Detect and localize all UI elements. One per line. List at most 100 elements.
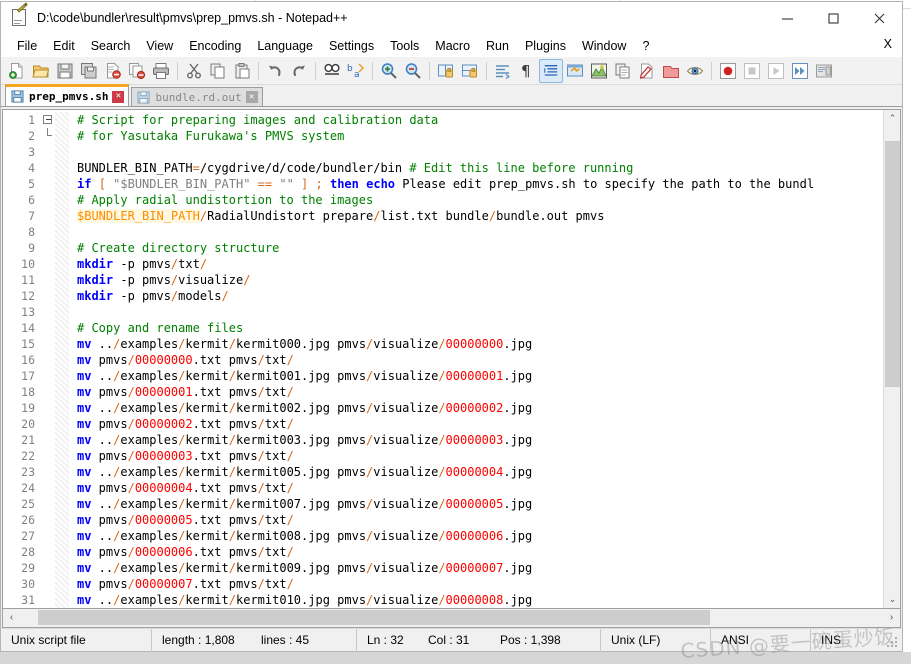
horizontal-scrollbar[interactable]: ‹ › bbox=[2, 609, 901, 628]
code-line[interactable]: 2 # for Yasutaka Furukawa's PMVS system bbox=[3, 128, 883, 144]
close-all-files-icon[interactable] bbox=[125, 59, 149, 83]
code-line[interactable]: 29 mv ../examples/kermit/kermit009.jpg pm… bbox=[3, 560, 883, 576]
save-icon[interactable] bbox=[53, 59, 77, 83]
word-wrap-icon[interactable] bbox=[491, 59, 515, 83]
fold-margin[interactable] bbox=[41, 112, 55, 128]
fold-margin[interactable] bbox=[41, 592, 55, 608]
zoom-in-icon[interactable] bbox=[377, 59, 401, 83]
code-line[interactable]: 21 mv ../examples/kermit/kermit003.jpg pm… bbox=[3, 432, 883, 448]
bookmark-margin[interactable] bbox=[55, 592, 69, 608]
code-line[interactable]: 11 mkdir -p pmvs/visualize/ bbox=[3, 272, 883, 288]
bookmark-margin[interactable] bbox=[55, 144, 69, 160]
bookmark-margin[interactable] bbox=[55, 288, 69, 304]
fold-margin[interactable] bbox=[41, 208, 55, 224]
folder-as-workspace-icon[interactable] bbox=[635, 59, 659, 83]
minimize-button[interactable] bbox=[764, 2, 810, 34]
run-macro-multiple-icon[interactable] bbox=[788, 59, 812, 83]
code-line[interactable]: 12 mkdir -p pmvs/models/ bbox=[3, 288, 883, 304]
code-line[interactable]: 6 # Apply radial undistortion to the imag… bbox=[3, 192, 883, 208]
code-line[interactable]: 25 mv ../examples/kermit/kermit007.jpg pm… bbox=[3, 496, 883, 512]
bookmark-margin[interactable] bbox=[55, 480, 69, 496]
stop-macro-icon[interactable] bbox=[740, 59, 764, 83]
code-line[interactable]: 1 # Script for preparing images and calib… bbox=[3, 112, 883, 128]
bookmark-margin[interactable] bbox=[55, 272, 69, 288]
code-line[interactable]: 27 mv ../examples/kermit/kermit008.jpg pm… bbox=[3, 528, 883, 544]
code-line[interactable]: 3 bbox=[3, 144, 883, 160]
bookmark-margin[interactable] bbox=[55, 448, 69, 464]
bookmark-margin[interactable] bbox=[55, 128, 69, 144]
menu-item-run[interactable]: Run bbox=[478, 37, 517, 55]
fold-margin[interactable] bbox=[41, 288, 55, 304]
fold-margin[interactable] bbox=[41, 432, 55, 448]
monitoring-icon[interactable] bbox=[659, 59, 683, 83]
menu-item-macro[interactable]: Macro bbox=[427, 37, 478, 55]
horizontal-scrollbar-thumb[interactable] bbox=[38, 610, 710, 625]
bookmark-margin[interactable] bbox=[55, 496, 69, 512]
bookmark-margin[interactable] bbox=[55, 512, 69, 528]
bookmark-margin[interactable] bbox=[55, 352, 69, 368]
close-button[interactable] bbox=[856, 2, 902, 34]
fold-margin[interactable] bbox=[41, 224, 55, 240]
bookmark-margin[interactable] bbox=[55, 208, 69, 224]
fold-margin[interactable] bbox=[41, 128, 55, 144]
fold-margin[interactable] bbox=[41, 304, 55, 320]
code-line[interactable]: 30 mv pmvs/00000007.txt pmvs/txt/ bbox=[3, 576, 883, 592]
code-line[interactable]: 7 $BUNDLER_BIN_PATH/RadialUndistort prepa… bbox=[3, 208, 883, 224]
code-lines[interactable]: 1 # Script for preparing images and calib… bbox=[3, 112, 883, 608]
play-macro-icon[interactable] bbox=[764, 59, 788, 83]
scroll-up-arrow-icon[interactable]: ⌃ bbox=[884, 110, 900, 127]
menu-item-window[interactable]: Window bbox=[574, 37, 634, 55]
redo-icon[interactable] bbox=[287, 59, 311, 83]
bookmark-margin[interactable] bbox=[55, 368, 69, 384]
new-file-icon[interactable] bbox=[5, 59, 29, 83]
save-all-icon[interactable] bbox=[77, 59, 101, 83]
fold-margin[interactable] bbox=[41, 480, 55, 496]
bookmark-margin[interactable] bbox=[55, 528, 69, 544]
code-line[interactable]: 24 mv pmvs/00000004.txt pmvs/txt/ bbox=[3, 480, 883, 496]
fold-collapse-icon[interactable] bbox=[43, 115, 52, 124]
code-line[interactable]: 10 mkdir -p pmvs/txt/ bbox=[3, 256, 883, 272]
fold-margin[interactable] bbox=[41, 160, 55, 176]
tab-close-icon[interactable]: ✕ bbox=[112, 90, 125, 103]
bookmark-margin[interactable] bbox=[55, 384, 69, 400]
close-file-icon[interactable] bbox=[101, 59, 125, 83]
user-defined-dialogue-icon[interactable] bbox=[563, 59, 587, 83]
code-line[interactable]: 15 mv ../examples/kermit/kermit000.jpg pm… bbox=[3, 336, 883, 352]
fold-margin[interactable] bbox=[41, 256, 55, 272]
bookmark-margin[interactable] bbox=[55, 320, 69, 336]
show-eye-icon[interactable] bbox=[683, 59, 707, 83]
fold-margin[interactable] bbox=[41, 464, 55, 480]
bookmark-margin[interactable] bbox=[55, 400, 69, 416]
cut-icon[interactable] bbox=[182, 59, 206, 83]
code-line[interactable]: 14 # Copy and rename files bbox=[3, 320, 883, 336]
code-line[interactable]: 28 mv pmvs/00000006.txt pmvs/txt/ bbox=[3, 544, 883, 560]
menu-item-edit[interactable]: Edit bbox=[45, 37, 83, 55]
code-line[interactable]: 31 mv ../examples/kermit/kermit010.jpg pm… bbox=[3, 592, 883, 608]
fold-margin[interactable] bbox=[41, 272, 55, 288]
bookmark-margin[interactable] bbox=[55, 240, 69, 256]
close-document-button[interactable]: X bbox=[884, 37, 892, 51]
code-line[interactable]: 26 mv pmvs/00000005.txt pmvs/txt/ bbox=[3, 512, 883, 528]
fold-margin[interactable] bbox=[41, 528, 55, 544]
fold-margin[interactable] bbox=[41, 320, 55, 336]
bookmark-margin[interactable] bbox=[55, 224, 69, 240]
fold-margin[interactable] bbox=[41, 512, 55, 528]
bookmark-margin[interactable] bbox=[55, 560, 69, 576]
bookmark-margin[interactable] bbox=[55, 336, 69, 352]
code-line[interactable]: 19 mv ../examples/kermit/kermit002.jpg pm… bbox=[3, 400, 883, 416]
fold-margin[interactable] bbox=[41, 560, 55, 576]
show-indent-guide-icon[interactable] bbox=[539, 58, 563, 83]
fold-margin[interactable] bbox=[41, 192, 55, 208]
bookmark-margin[interactable] bbox=[55, 176, 69, 192]
bookmark-margin[interactable] bbox=[55, 160, 69, 176]
replace-icon[interactable]: ba bbox=[344, 59, 368, 83]
bookmark-margin[interactable] bbox=[55, 192, 69, 208]
fold-margin[interactable] bbox=[41, 240, 55, 256]
fold-margin[interactable] bbox=[41, 176, 55, 192]
sync-horizontal-scroll-icon[interactable] bbox=[458, 59, 482, 83]
record-macro-icon[interactable] bbox=[716, 59, 740, 83]
scroll-left-arrow-icon[interactable]: ‹ bbox=[3, 609, 20, 626]
fold-margin[interactable] bbox=[41, 416, 55, 432]
bookmark-margin[interactable] bbox=[55, 256, 69, 272]
code-line[interactable]: 13 bbox=[3, 304, 883, 320]
